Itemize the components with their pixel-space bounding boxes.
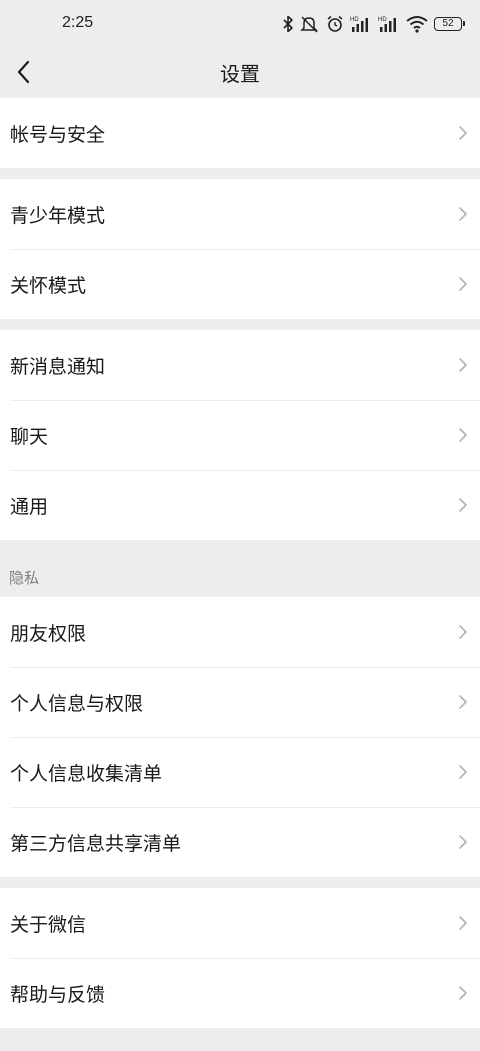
alarm-icon: [326, 15, 344, 33]
settings-item-label: 朋友权限: [10, 622, 87, 645]
nav-bar: 设置: [0, 48, 480, 96]
settings-item-account-security[interactable]: 帐号与安全: [0, 98, 480, 168]
settings-item-label: 聊天: [10, 425, 49, 448]
settings-item-teen-mode[interactable]: 青少年模式: [0, 179, 480, 249]
settings-item-notifications[interactable]: 新消息通知: [0, 330, 480, 400]
settings-item-label: 第三方信息共享清单: [10, 832, 182, 855]
settings-item-chat[interactable]: 聊天: [0, 400, 480, 470]
chevron-right-icon: [459, 498, 467, 512]
settings-group-general: 新消息通知 聊天 通用: [0, 330, 480, 540]
page-title: 设置: [220, 62, 260, 86]
settings-group-account: 帐号与安全: [0, 98, 480, 168]
settings-item-label: 通用: [10, 495, 49, 518]
settings-item-label: 个人信息与权限: [10, 692, 144, 715]
wifi-icon: [406, 15, 428, 33]
settings-group-modes: 青少年模式 关怀模式: [0, 179, 480, 319]
chevron-right-icon: [459, 986, 467, 1000]
hd-signal-icon: HD: [378, 15, 400, 33]
battery-icon: 52: [434, 17, 465, 31]
chevron-right-icon: [459, 625, 467, 639]
settings-item-help-feedback[interactable]: 帮助与反馈: [0, 958, 480, 1028]
settings-item-about-wechat[interactable]: 关于微信: [0, 888, 480, 958]
mute-icon: [300, 15, 320, 33]
chevron-right-icon: [459, 835, 467, 849]
status-time: 2:25: [62, 14, 94, 31]
chevron-right-icon: [459, 207, 467, 221]
chevron-right-icon: [459, 695, 467, 709]
settings-item-label: 帮助与反馈: [10, 983, 106, 1006]
settings-item-third-party-sharing[interactable]: 第三方信息共享清单: [0, 807, 480, 877]
settings-item-label: 个人信息收集清单: [10, 762, 163, 785]
bluetooth-icon: [282, 15, 294, 33]
chevron-right-icon: [459, 765, 467, 779]
chevron-right-icon: [459, 277, 467, 291]
hd-signal-icon: HD: [350, 15, 372, 33]
settings-item-friend-permissions[interactable]: 朋友权限: [0, 597, 480, 667]
settings-group-about: 关于微信 帮助与反馈: [0, 888, 480, 1028]
hd-label: HD: [350, 17, 359, 23]
hd-label: HD: [378, 17, 387, 23]
settings-item-label: 新消息通知: [10, 355, 106, 378]
settings-item-general[interactable]: 通用: [0, 470, 480, 540]
settings-item-personal-info-collection[interactable]: 个人信息收集清单: [0, 737, 480, 807]
chevron-right-icon: [459, 916, 467, 930]
settings-item-label: 青少年模式: [10, 204, 106, 227]
settings-group-privacy: 朋友权限 个人信息与权限 个人信息收集清单 第三方信息共享清单: [0, 597, 480, 877]
chevron-right-icon: [459, 428, 467, 442]
chevron-right-icon: [459, 126, 467, 140]
status-bar: 2:25 HD HD 52: [0, 0, 480, 48]
settings-item-label: 关于微信: [10, 913, 87, 936]
chevron-right-icon: [459, 358, 467, 372]
settings-item-label: 关怀模式: [10, 274, 87, 297]
section-header-privacy: 隐私: [9, 569, 40, 587]
settings-item-care-mode[interactable]: 关怀模式: [0, 249, 480, 319]
settings-item-personal-info-permissions[interactable]: 个人信息与权限: [0, 667, 480, 737]
status-icons: HD HD 52: [282, 12, 465, 36]
settings-item-label: 帐号与安全: [10, 123, 106, 146]
